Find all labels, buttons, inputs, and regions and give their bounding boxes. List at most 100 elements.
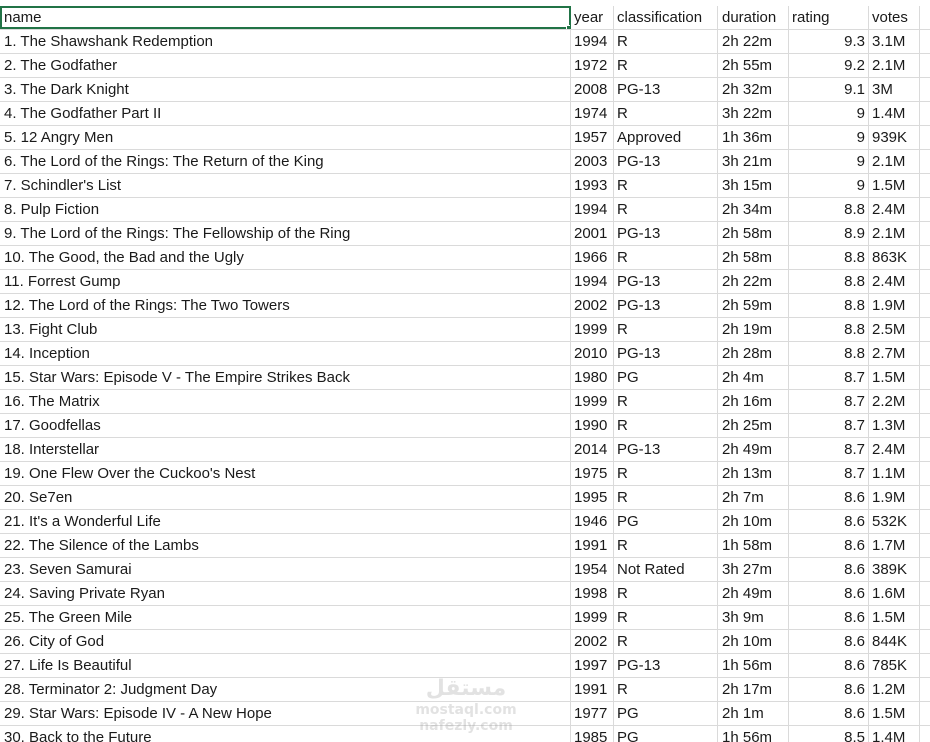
- cell-votes[interactable]: 2.2M: [869, 390, 920, 413]
- cell-duration[interactable]: 3h 15m: [718, 174, 789, 197]
- cell-rating[interactable]: 8.8: [789, 270, 869, 293]
- cell-classification[interactable]: PG-13: [614, 294, 718, 317]
- cell-rating[interactable]: 8.7: [789, 414, 869, 437]
- cell-duration[interactable]: 2h 16m: [718, 390, 789, 413]
- cell-duration[interactable]: 3h 9m: [718, 606, 789, 629]
- header-cell-votes[interactable]: votes: [869, 6, 920, 29]
- cell-rating[interactable]: 9.3: [789, 30, 869, 53]
- cell-year[interactable]: 1985: [571, 726, 614, 742]
- cell-votes[interactable]: 2.4M: [869, 270, 920, 293]
- cell-name[interactable]: 4. The Godfather Part II: [0, 102, 571, 125]
- cell-name[interactable]: 5. 12 Angry Men: [0, 126, 571, 149]
- cell-rating[interactable]: 8.6: [789, 582, 869, 605]
- cell-rating[interactable]: 8.8: [789, 246, 869, 269]
- cell-name[interactable]: 19. One Flew Over the Cuckoo's Nest: [0, 462, 571, 485]
- header-cell-name[interactable]: name: [0, 6, 571, 29]
- cell-classification[interactable]: PG-13: [614, 150, 718, 173]
- cell-name[interactable]: 15. Star Wars: Episode V - The Empire St…: [0, 366, 571, 389]
- cell-rating[interactable]: 8.6: [789, 678, 869, 701]
- cell-duration[interactable]: 2h 22m: [718, 30, 789, 53]
- cell-rating[interactable]: 9.2: [789, 54, 869, 77]
- cell-name[interactable]: 24. Saving Private Ryan: [0, 582, 571, 605]
- cell-rating[interactable]: 8.8: [789, 294, 869, 317]
- cell-rating[interactable]: 8.5: [789, 726, 869, 742]
- cell-votes[interactable]: 1.5M: [869, 606, 920, 629]
- cell-year[interactable]: 1994: [571, 270, 614, 293]
- cell-duration[interactable]: 2h 17m: [718, 678, 789, 701]
- cell-year[interactable]: 1993: [571, 174, 614, 197]
- cell-classification[interactable]: R: [614, 582, 718, 605]
- cell-votes[interactable]: 1.4M: [869, 102, 920, 125]
- cell-name[interactable]: 2. The Godfather: [0, 54, 571, 77]
- cell-classification[interactable]: R: [614, 102, 718, 125]
- cell-year[interactable]: 2002: [571, 630, 614, 653]
- cell-votes[interactable]: 1.5M: [869, 366, 920, 389]
- cell-duration[interactable]: 2h 34m: [718, 198, 789, 221]
- cell-year[interactable]: 1999: [571, 318, 614, 341]
- cell-votes[interactable]: 1.2M: [869, 678, 920, 701]
- cell-year[interactable]: 2002: [571, 294, 614, 317]
- cell-votes[interactable]: 863K: [869, 246, 920, 269]
- cell-classification[interactable]: R: [614, 414, 718, 437]
- cell-year[interactable]: 1975: [571, 462, 614, 485]
- cell-classification[interactable]: R: [614, 318, 718, 341]
- cell-votes[interactable]: 2.4M: [869, 438, 920, 461]
- cell-name[interactable]: 17. Goodfellas: [0, 414, 571, 437]
- cell-duration[interactable]: 2h 10m: [718, 630, 789, 653]
- cell-votes[interactable]: 1.5M: [869, 702, 920, 725]
- cell-classification[interactable]: PG: [614, 726, 718, 742]
- cell-year[interactable]: 1994: [571, 198, 614, 221]
- cell-classification[interactable]: PG: [614, 366, 718, 389]
- cell-name[interactable]: 11. Forrest Gump: [0, 270, 571, 293]
- cell-rating[interactable]: 9.1: [789, 78, 869, 101]
- cell-name[interactable]: 23. Seven Samurai: [0, 558, 571, 581]
- cell-classification[interactable]: PG-13: [614, 78, 718, 101]
- cell-rating[interactable]: 9: [789, 150, 869, 173]
- cell-classification[interactable]: R: [614, 390, 718, 413]
- cell-year[interactable]: 1974: [571, 102, 614, 125]
- cell-year[interactable]: 1991: [571, 678, 614, 701]
- cell-classification[interactable]: PG-13: [614, 342, 718, 365]
- cell-name[interactable]: 3. The Dark Knight: [0, 78, 571, 101]
- cell-name[interactable]: 12. The Lord of the Rings: The Two Tower…: [0, 294, 571, 317]
- cell-duration[interactable]: 1h 58m: [718, 534, 789, 557]
- cell-year[interactable]: 1999: [571, 390, 614, 413]
- cell-rating[interactable]: 8.6: [789, 558, 869, 581]
- cell-name[interactable]: 1. The Shawshank Redemption: [0, 30, 571, 53]
- cell-name[interactable]: 16. The Matrix: [0, 390, 571, 413]
- cell-duration[interactable]: 1h 56m: [718, 726, 789, 742]
- cell-votes[interactable]: 2.1M: [869, 150, 920, 173]
- cell-rating[interactable]: 8.6: [789, 486, 869, 509]
- cell-rating[interactable]: 9: [789, 174, 869, 197]
- cell-year[interactable]: 1990: [571, 414, 614, 437]
- cell-votes[interactable]: 1.9M: [869, 486, 920, 509]
- cell-rating[interactable]: 8.7: [789, 462, 869, 485]
- cell-duration[interactable]: 2h 59m: [718, 294, 789, 317]
- cell-name[interactable]: 13. Fight Club: [0, 318, 571, 341]
- cell-votes[interactable]: 1.3M: [869, 414, 920, 437]
- cell-classification[interactable]: Not Rated: [614, 558, 718, 581]
- cell-year[interactable]: 2001: [571, 222, 614, 245]
- cell-name[interactable]: 20. Se7en: [0, 486, 571, 509]
- cell-name[interactable]: 28. Terminator 2: Judgment Day: [0, 678, 571, 701]
- cell-year[interactable]: 1999: [571, 606, 614, 629]
- cell-duration[interactable]: 2h 49m: [718, 438, 789, 461]
- cell-name[interactable]: 18. Interstellar: [0, 438, 571, 461]
- cell-classification[interactable]: PG: [614, 510, 718, 533]
- cell-year[interactable]: 1998: [571, 582, 614, 605]
- cell-rating[interactable]: 8.7: [789, 438, 869, 461]
- cell-classification[interactable]: PG-13: [614, 438, 718, 461]
- cell-classification[interactable]: Approved: [614, 126, 718, 149]
- cell-year[interactable]: 2010: [571, 342, 614, 365]
- cell-rating[interactable]: 8.8: [789, 198, 869, 221]
- cell-rating[interactable]: 8.6: [789, 510, 869, 533]
- cell-rating[interactable]: 9: [789, 126, 869, 149]
- cell-classification[interactable]: R: [614, 678, 718, 701]
- cell-duration[interactable]: 2h 32m: [718, 78, 789, 101]
- cell-votes[interactable]: 1.1M: [869, 462, 920, 485]
- cell-duration[interactable]: 2h 25m: [718, 414, 789, 437]
- cell-votes[interactable]: 2.1M: [869, 54, 920, 77]
- cell-rating[interactable]: 8.7: [789, 366, 869, 389]
- cell-votes[interactable]: 1.5M: [869, 174, 920, 197]
- cell-classification[interactable]: R: [614, 630, 718, 653]
